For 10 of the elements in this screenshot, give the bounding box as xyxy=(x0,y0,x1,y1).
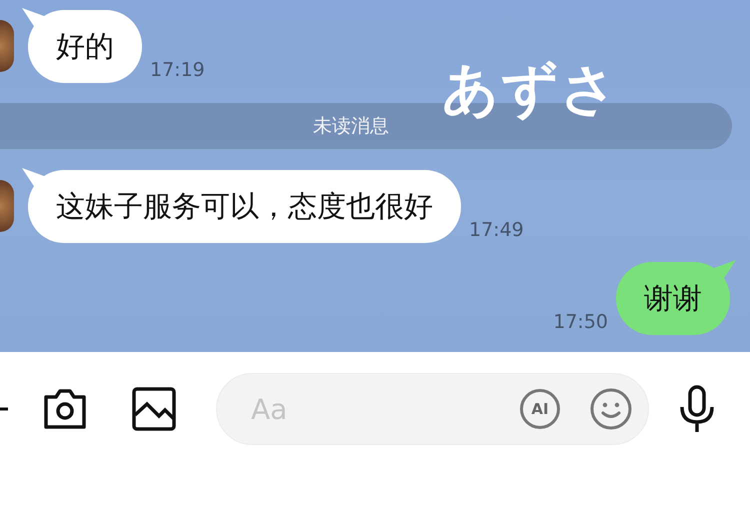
image-icon[interactable] xyxy=(132,387,176,431)
ai-button[interactable]: AI xyxy=(520,389,560,429)
message-time: 17:19 xyxy=(150,59,205,81)
avatar[interactable] xyxy=(0,20,14,72)
message-time: 17:49 xyxy=(469,219,524,241)
emoji-icon[interactable] xyxy=(590,388,632,430)
message-time: 17:50 xyxy=(553,311,608,333)
avatar[interactable] xyxy=(0,180,14,232)
microphone-icon[interactable] xyxy=(679,385,715,433)
camera-icon[interactable] xyxy=(42,387,88,431)
